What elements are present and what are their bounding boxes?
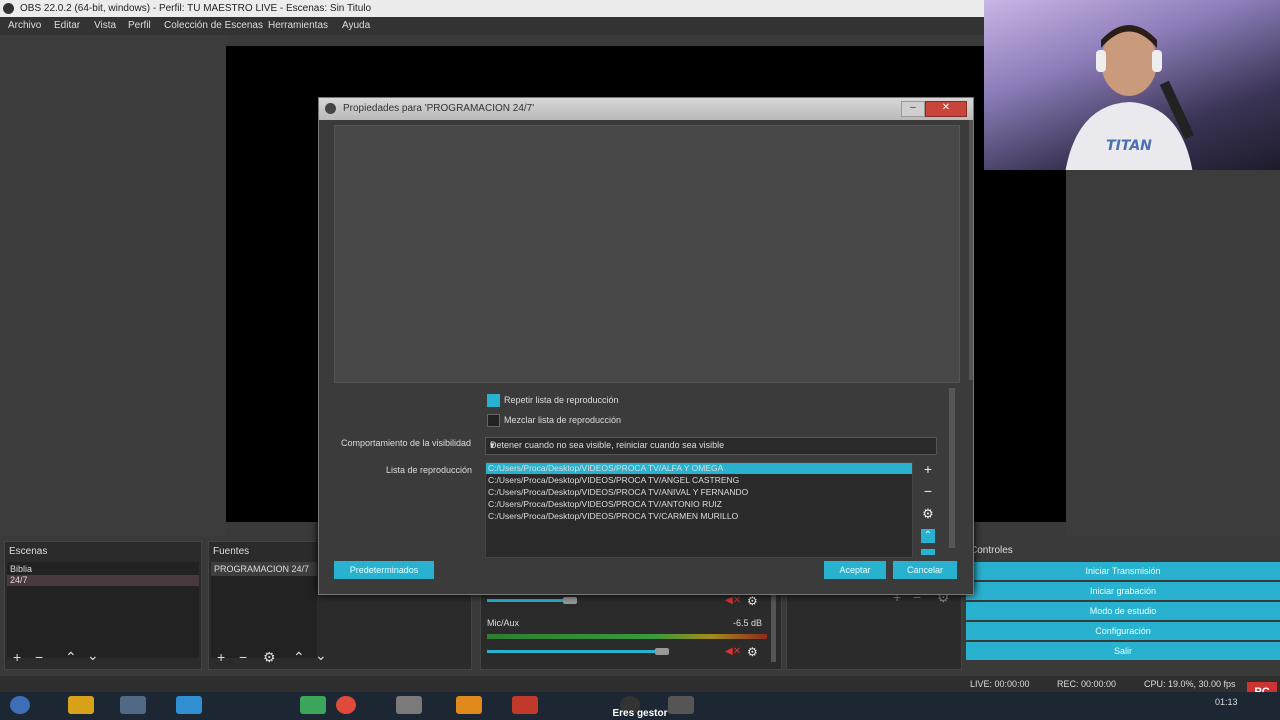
source-preview-area [334, 125, 960, 383]
defaults-button[interactable]: Predeterminados [334, 561, 434, 579]
obs-logo-icon [325, 103, 336, 114]
menu-ayuda[interactable]: Ayuda [342, 20, 370, 31]
controls-title: Controles [970, 545, 1013, 556]
scenes-title: Escenas [9, 546, 48, 557]
mic-aux-volume-slider[interactable] [487, 650, 667, 653]
dialog-minimize-button[interactable]: – [901, 101, 925, 117]
playlist-item[interactable]: C:/Users/Proca/Desktop/VIDEOS/PROCA TV/A… [488, 499, 722, 509]
source-settings-gear-icon[interactable]: ⚙ [263, 650, 276, 664]
mic-aux-volume-knob[interactable] [655, 648, 669, 655]
taskbar-clock: 01:13 [1215, 697, 1238, 707]
loop-checkbox[interactable] [487, 394, 500, 407]
desktop-audio-volume-knob[interactable] [563, 597, 577, 604]
mic-aux-level-meter [487, 634, 767, 639]
dialog-title: Propiedades para 'PROGRAMACION 24/7' [343, 103, 535, 114]
playlist-item-settings-gear-icon[interactable]: ⚙ [921, 507, 935, 521]
playlist-label: Lista de reproducción [386, 465, 473, 475]
remove-source-icon[interactable]: − [239, 650, 247, 664]
menu-archivo[interactable]: Archivo [8, 20, 41, 31]
source-move-up-icon[interactable]: ⌃ [293, 650, 305, 664]
mic-aux-db: -6.5 dB [733, 618, 763, 628]
source-move-down-icon[interactable]: ⌄ [315, 648, 327, 662]
visibility-behavior-select[interactable]: Detener cuando no sea visible, reiniciar… [485, 437, 937, 455]
source-item-programacion[interactable]: PROGRAMACION 24/7 [214, 564, 309, 574]
obs-logo-icon [3, 3, 14, 14]
sources-title: Fuentes [213, 546, 250, 557]
add-source-icon[interactable]: + [217, 650, 225, 664]
live-timer: LIVE: 00:00:00 [970, 679, 1030, 689]
dialog-titlebar: Propiedades para 'PROGRAMACION 24/7' – ✕ [319, 98, 973, 120]
playlist-item[interactable]: C:/Users/Proca/Desktop/VIDEOS/PROCA TV/A… [488, 475, 739, 485]
menu-perfil[interactable]: Perfil [128, 20, 151, 31]
preview-background-left [0, 35, 226, 535]
move-item-down-icon[interactable] [921, 549, 935, 555]
settings-button[interactable]: Configuración [966, 622, 1280, 640]
menu-editar[interactable]: Editar [54, 20, 80, 31]
window-title: OBS 22.0.2 (64-bit, windows) - Perfil: T… [20, 3, 372, 14]
properties-dialog: Propiedades para 'PROGRAMACION 24/7' – ✕… [318, 97, 974, 595]
move-item-up-icon[interactable]: ⌃ [921, 529, 935, 543]
video-caption: Eres gestor [612, 708, 668, 719]
remove-scene-icon[interactable]: − [35, 650, 43, 664]
move-up-icon[interactable]: ⌃ [65, 650, 77, 664]
shuffle-checkbox[interactable] [487, 414, 500, 427]
playlist-item[interactable]: C:/Users/Proca/Desktop/VIDEOS/PROCA TV/A… [488, 487, 748, 497]
rec-timer: REC: 00:00:00 [1057, 679, 1117, 689]
scenes-dock: Escenas Biblia 24/7 + − ⌃ ⌄ [4, 541, 202, 670]
playlist-item[interactable]: C:/Users/Proca/Desktop/VIDEOS/PROCA TV/A… [488, 463, 723, 473]
menu-herramientas[interactable]: Herramientas [268, 20, 328, 31]
streamer-image: TITAN [1065, 25, 1195, 170]
menu-coleccion-escenas[interactable]: Colección de Escenas [164, 20, 263, 31]
mic-aux-gear-icon[interactable]: ⚙ [747, 646, 759, 658]
exit-button[interactable]: Salir [966, 642, 1280, 660]
dialog-close-button[interactable]: ✕ [925, 101, 967, 117]
preview-background-right [1066, 170, 1280, 535]
add-scene-icon[interactable]: + [13, 650, 21, 664]
chevron-down-icon: ▾ [490, 440, 495, 450]
playlist-list: C:/Users/Proca/Desktop/VIDEOS/PROCA TV/A… [485, 462, 913, 558]
start-recording-button[interactable]: Iniciar grabación [966, 582, 1280, 600]
visibility-label: Comportamiento de la visibilidad [341, 438, 472, 448]
studio-mode-button[interactable]: Modo de estudio [966, 602, 1280, 620]
desktop-audio-volume-slider[interactable] [487, 599, 573, 602]
playlist-item[interactable]: C:/Users/Proca/Desktop/VIDEOS/PROCA TV/C… [488, 511, 738, 521]
menu-vista[interactable]: Vista [94, 20, 116, 31]
mixer-scrollbar[interactable] [771, 592, 776, 662]
scene-item-24-7[interactable]: 24/7 [10, 575, 28, 585]
mic-aux-label: Mic/Aux [487, 618, 520, 628]
dialog-scrollbar-top[interactable] [969, 120, 973, 380]
loop-label: Repetir lista de reproducción [504, 395, 619, 405]
cancel-button[interactable]: Cancelar [893, 561, 957, 579]
scenes-list: Biblia 24/7 [7, 562, 199, 658]
menu-bar: Archivo Editar Vista Perfil Colección de… [0, 17, 984, 35]
desktop-audio-mute-icon[interactable]: ◀✕ [725, 596, 741, 606]
scene-selected-highlight [7, 575, 199, 586]
add-playlist-item-icon[interactable]: + [921, 462, 935, 476]
shuffle-label: Mezclar lista de reproducción [504, 415, 622, 425]
move-down-icon[interactable]: ⌄ [87, 648, 99, 662]
start-streaming-button[interactable]: Iniciar Transmisión [966, 562, 1280, 580]
svg-text:TITAN: TITAN [1106, 138, 1152, 154]
accept-button[interactable]: Aceptar [824, 561, 886, 579]
scene-item-biblia[interactable]: Biblia [10, 564, 32, 574]
webcam-overlay: TITAN [984, 0, 1280, 170]
mic-aux-mute-icon[interactable]: ◀✕ [725, 647, 741, 657]
remove-playlist-item-icon[interactable]: − [921, 484, 935, 498]
window-titlebar: OBS 22.0.2 (64-bit, windows) - Perfil: T… [0, 0, 984, 17]
sources-list: PROGRAMACION 24/7 [211, 562, 317, 658]
desktop-audio-gear-icon[interactable]: ⚙ [747, 595, 759, 607]
dialog-scrollbar[interactable] [949, 388, 955, 548]
cpu-fps-status: CPU: 19.0%, 30.00 fps [1144, 679, 1236, 689]
